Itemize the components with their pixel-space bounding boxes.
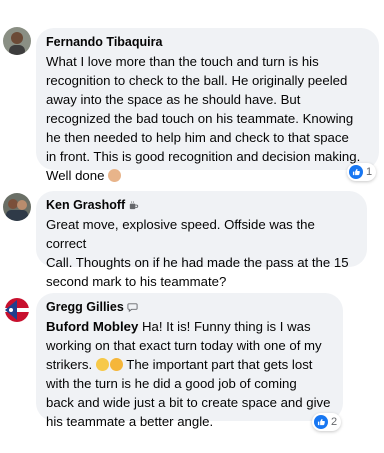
comment-line: Well done [46, 166, 369, 185]
comment-line: he then needed to help him and check to … [46, 130, 349, 145]
comment-line: recognition to check to the ball. He ori… [46, 73, 348, 88]
clapping-hands-emoji-icon [108, 169, 122, 182]
comment-text: Great move, explosive speed. Offside was… [46, 215, 357, 291]
reaction-summary[interactable]: 2 [312, 413, 342, 431]
comment-line: Call. Thoughts on if he had made the pas… [46, 255, 349, 270]
comment-line: working on that exact turn today with on… [46, 338, 322, 353]
comment-author[interactable]: Ken Grashoff [46, 197, 357, 213]
comment-line: Buford Mobley Ha! It is! Funny thing is … [46, 319, 311, 334]
like-icon [314, 415, 328, 429]
comment-line: his teammate a better angle. [46, 414, 214, 429]
comment-text: Buford Mobley Ha! It is! Funny thing is … [46, 317, 333, 431]
avatar[interactable] [3, 27, 31, 55]
rolling-laughing-emoji-icon [95, 358, 109, 371]
comment-bubble: Gregg Gillies Buford Mobley Ha! It is! F… [36, 293, 343, 429]
comment-line: recognized the bad touch on his teammate… [46, 111, 354, 126]
reaction-count: 2 [331, 416, 338, 428]
comment-text: What I love more than the touch and turn… [46, 52, 369, 185]
comment-line: strikers. The important part that gets l… [46, 357, 313, 372]
comment-line: with the turn is he did a good job of co… [46, 376, 297, 391]
comment-author[interactable]: Gregg Gillies [46, 299, 333, 315]
comment-line: Great move, explosive speed. Offside was… [46, 217, 315, 251]
like-icon [349, 165, 363, 179]
speech-bubble-icon [127, 302, 138, 313]
comment-line: second mark to his teammate? [46, 274, 227, 289]
comment-line: away into the space as he should have. B… [46, 92, 301, 107]
coffee-cup-icon [128, 200, 139, 211]
mention-link[interactable]: Buford Mobley [46, 319, 138, 334]
comment-line: What I love more than the touch and turn… [46, 54, 319, 69]
author-name[interactable]: Gregg Gillies [46, 299, 124, 315]
comment-bubble: Fernando Tibaquira What I love more than… [36, 28, 379, 183]
reaction-count: 1 [366, 166, 373, 178]
avatar[interactable] [3, 296, 31, 324]
author-name[interactable]: Fernando Tibaquira [46, 34, 162, 50]
reaction-summary[interactable]: 1 [347, 163, 377, 181]
author-name[interactable]: Ken Grashoff [46, 197, 125, 213]
comment-line: in front. This is good recognition and d… [46, 149, 361, 164]
grinning-sweat-emoji-icon [109, 358, 123, 371]
comment-line: back and wide just a bit to create space… [46, 395, 331, 410]
avatar[interactable] [3, 193, 31, 221]
comment-bubble: Ken Grashoff Great move, explosive speed… [36, 191, 367, 289]
comment-author[interactable]: Fernando Tibaquira [46, 34, 369, 50]
